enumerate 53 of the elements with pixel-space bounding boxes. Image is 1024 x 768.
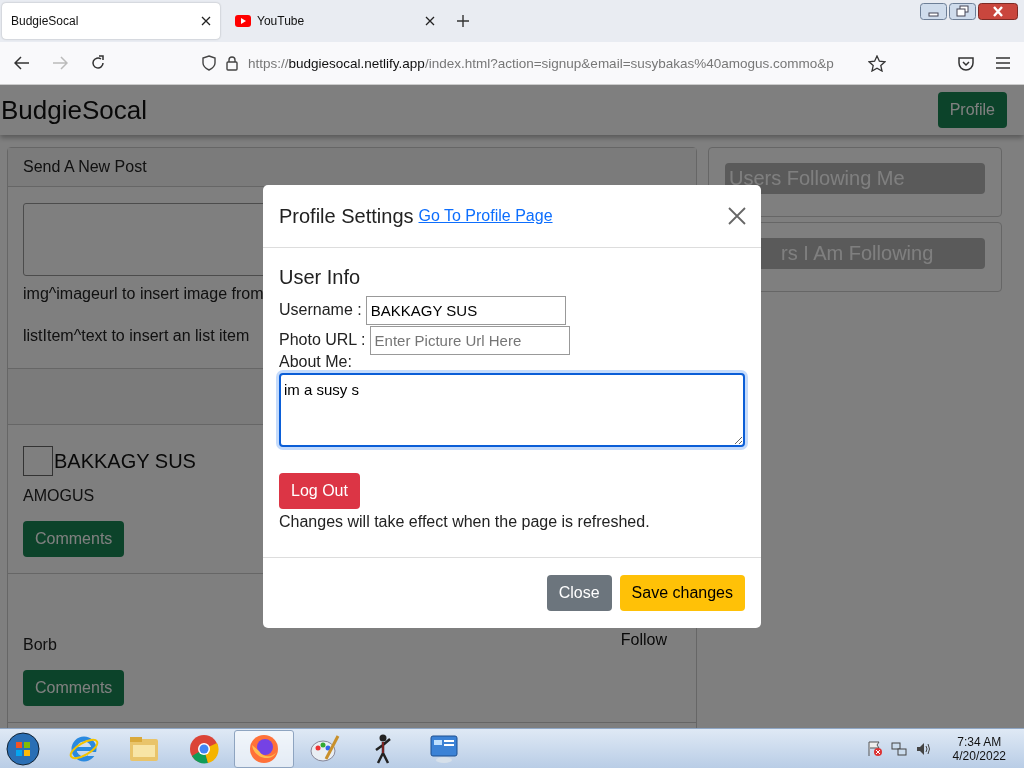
avatar-image [23,446,53,476]
browser-tab[interactable]: BudgieSocal [2,3,220,39]
lock-icon [226,55,238,71]
control-panel-icon [428,732,460,765]
profile-button[interactable]: Profile [937,92,1007,128]
comments-button[interactable]: Comments [23,670,125,706]
photo-url-field[interactable]: Enter Picture Url Here [369,325,570,355]
star-icon[interactable] [868,54,886,72]
save-button[interactable]: Save changes [619,575,745,611]
minimize-icon[interactable] [920,3,947,20]
shield-icon [202,55,216,71]
log-out-button[interactable]: Log Out [279,473,360,509]
field-label: About Me: [279,353,353,371]
restore-icon[interactable] [949,3,976,20]
field-label: Photo URL : [279,331,366,349]
follow-link[interactable]: Follow [620,631,667,648]
dialog-title: Profile Settings [279,204,414,228]
clock-time: 7:34 AM [957,734,1002,749]
pocket-icon[interactable] [958,55,974,71]
chrome-icon [188,732,220,765]
username-field[interactable]: BAKKAGY SUS [365,295,566,325]
site-title[interactable]: BudgieSocal [1,94,147,126]
browser-tab[interactable]: YouTube [226,3,444,39]
post-author[interactable]: BAKKAGY SUS [54,449,196,473]
comments-button[interactable]: Comments [23,521,125,557]
reload-icon[interactable] [90,55,106,71]
plus-icon[interactable] [456,14,470,28]
flag-icon[interactable] [866,740,883,757]
clock-date: 4/20/2022 [952,748,1006,763]
firefox-icon [248,732,280,765]
clock[interactable]: 7:34 AM 4/20/2022 [952,734,1006,763]
hint-text: listItem^text to insert an list item [23,326,250,346]
section-heading: User Info [279,266,362,289]
hint-text: img^imageurl to insert image from [23,284,264,304]
menu-icon[interactable] [996,57,1010,69]
youtube-icon [235,15,251,27]
card-header: Send A New Post [8,148,696,187]
back-arrow-icon[interactable] [14,56,30,70]
start-orb-icon[interactable] [6,731,40,766]
info-text: Changes will take effect when the page is refreshed. [279,513,651,531]
close-icon[interactable] [425,16,435,26]
network-icon[interactable] [890,740,907,757]
tab-title: YouTube [257,14,306,28]
field-label: Username : [279,301,362,319]
close-icon[interactable] [201,16,211,26]
close-button[interactable]: Close [546,575,612,611]
tab-title: BudgieSocal [11,14,80,28]
close-icon[interactable] [978,3,1018,20]
post-text: Borb [23,636,57,654]
profile-page-link[interactable]: Go To Profile Page [418,207,553,225]
post-text: AMOGUS [23,487,95,505]
about-field[interactable]: im a susy s [279,373,745,447]
url-text: https://budgiesocal.netlify.app/index.html?action=signup&email=susybakas%40amogus.commo&p [248,55,835,71]
